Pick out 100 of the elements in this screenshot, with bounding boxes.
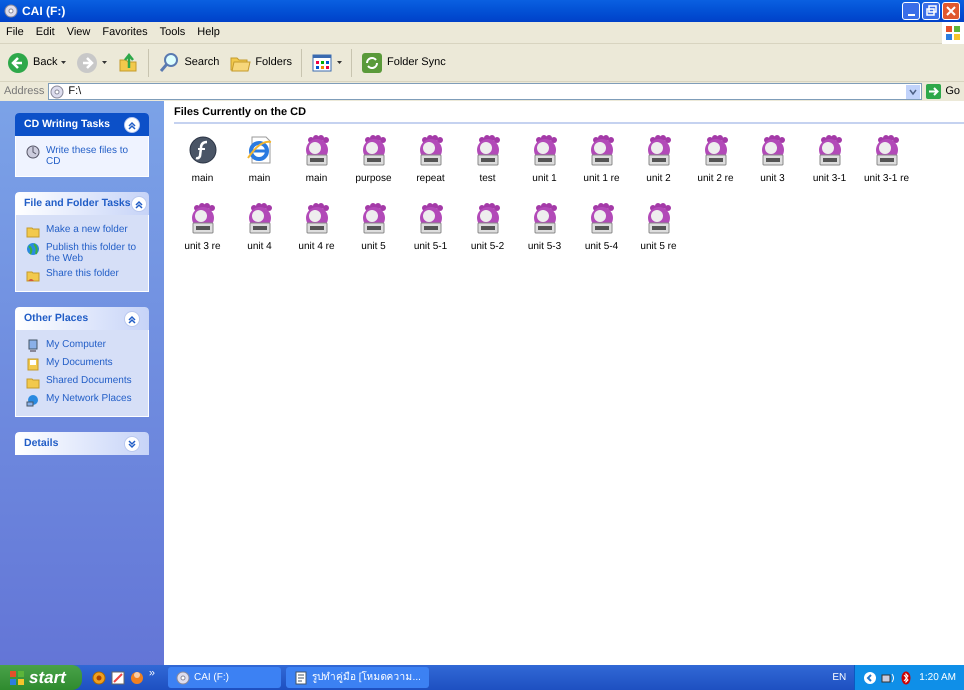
explorer-item[interactable]: unit 5-2: [459, 202, 516, 254]
explorer-item[interactable]: unit 5-3: [516, 202, 573, 254]
file-name: unit 3 re: [184, 240, 221, 254]
quick-launch-button[interactable]: [110, 670, 125, 684]
computer-icon: [26, 339, 40, 353]
dropdown-arrow-icon: [61, 61, 66, 64]
explorer-item[interactable]: unit 1 re: [573, 134, 630, 186]
menu-item[interactable]: File: [0, 24, 30, 41]
file-name: unit 4 re: [298, 240, 335, 254]
collapse-chevron-icon: [130, 196, 147, 212]
restore-button[interactable]: [922, 2, 940, 20]
documents-icon: [26, 357, 40, 371]
taskbar-button[interactable]: รูปทำคู่มือ [โหมดความ...: [286, 667, 429, 688]
folders-button[interactable]: Folders: [226, 48, 296, 78]
clock: 1:20 AM: [919, 671, 956, 685]
back-button[interactable]: Back: [4, 48, 70, 78]
more-chevron[interactable]: »: [148, 665, 155, 682]
menu-item[interactable]: Help: [191, 24, 226, 41]
explorer-item[interactable]: unit 5: [345, 202, 402, 254]
flash-player-icon: [186, 134, 218, 166]
file-name: unit 5-1: [414, 240, 448, 254]
explorer-item[interactable]: purpose: [345, 134, 402, 186]
sync-button[interactable]: Folder Sync: [358, 48, 449, 78]
file-name: unit 5-4: [584, 240, 618, 254]
ball-icon: [130, 670, 144, 684]
panel-header[interactable]: Other Places: [15, 307, 149, 330]
dropdown-arrow-icon: [102, 61, 108, 64]
file-name: main: [306, 172, 328, 186]
task-link[interactable]: My Network Places: [46, 393, 132, 404]
explorer-item[interactable]: main: [288, 134, 345, 186]
menu-item[interactable]: Favorites: [96, 24, 154, 41]
window-title: CAI (F:): [22, 3, 66, 20]
file-name: unit 3-1 re: [864, 172, 910, 186]
language-indicator[interactable]: EN: [832, 670, 846, 685]
quick-launch-button[interactable]: [130, 670, 144, 684]
file-name: unit 5-3: [528, 240, 562, 254]
menu-item[interactable]: Edit: [30, 24, 61, 41]
minimize-icon: [908, 14, 914, 16]
panel-title: CD Writing Tasks: [24, 116, 110, 132]
file-name: unit 3-1: [812, 172, 846, 186]
explorer-item[interactable]: unit 2 re: [687, 134, 744, 186]
panel-title: Details: [24, 436, 58, 451]
explorer-item[interactable]: unit 3: [744, 134, 801, 186]
search-icon: [158, 52, 180, 74]
explorer-item[interactable]: unit 5 re: [630, 202, 687, 254]
expand-chevron-icon: [124, 436, 140, 452]
explorer-item[interactable]: unit 3 re: [174, 202, 231, 254]
explorer-item[interactable]: unit 3-1 re: [858, 134, 915, 186]
explorer-item[interactable]: unit 5-1: [402, 202, 459, 254]
explorer-item[interactable]: unit 4 re: [288, 202, 345, 254]
task-link[interactable]: Shared Documents: [46, 375, 132, 386]
go-button[interactable]: Go: [926, 83, 960, 100]
group-heading: Files Currently on the CD: [174, 106, 306, 118]
explorer-item[interactable]: unit 1: [516, 134, 573, 186]
explorer-item[interactable]: repeat: [402, 134, 459, 186]
notepad-icon: [110, 670, 125, 684]
address-field[interactable]: F:\: [48, 83, 922, 100]
collapse-chevron-icon: [124, 310, 140, 326]
close-button[interactable]: [942, 2, 960, 20]
file-name: unit 2 re: [697, 172, 734, 186]
search-button[interactable]: Search: [155, 48, 222, 78]
explorer-item[interactable]: test: [459, 134, 516, 186]
panel-header[interactable]: Details: [15, 432, 149, 455]
network-icon: [26, 393, 40, 407]
panel-header[interactable]: CD Writing Tasks: [15, 113, 149, 136]
minimize-button[interactable]: [902, 2, 920, 20]
explorer-item[interactable]: unit 3-1: [801, 134, 858, 186]
explorer-item[interactable]: unit 5-4: [573, 202, 630, 254]
explorer-item[interactable]: main: [231, 134, 288, 186]
task-link[interactable]: Share this folder: [46, 268, 119, 279]
task-link[interactable]: My Computer: [46, 339, 106, 350]
windows-logo-icon: [9, 670, 25, 686]
sync-arrows-icon: [361, 52, 384, 74]
address-label: Address: [4, 84, 44, 100]
globe-icon: [26, 242, 40, 256]
file-name: unit 3: [760, 172, 785, 186]
explorer-item[interactable]: unit 4: [231, 202, 288, 254]
taskbar-button[interactable]: CAI (F:): [168, 667, 281, 688]
file-name: unit 5: [361, 240, 386, 254]
file-name: unit 1 re: [583, 172, 620, 186]
explorer-item[interactable]: main: [174, 134, 231, 186]
task-link[interactable]: My Documents: [46, 357, 113, 368]
task-link[interactable]: Make a new folder: [46, 224, 128, 235]
file-name: main: [248, 172, 270, 186]
file-name: unit 1: [532, 172, 557, 186]
views-grid-icon: [311, 52, 334, 74]
explorer-item[interactable]: unit 2: [630, 134, 687, 186]
file-name: main: [192, 172, 214, 186]
file-name: purpose: [355, 172, 392, 186]
menu-item[interactable]: View: [60, 24, 96, 41]
file-name: repeat: [416, 172, 445, 186]
panel-header[interactable]: File and Folder Tasks: [15, 192, 149, 215]
file-name: unit 2: [646, 172, 671, 186]
task-link[interactable]: Publish this folder to the Web: [46, 242, 138, 264]
menu-item[interactable]: Tools: [154, 24, 192, 41]
panel-title: Other Places: [24, 310, 88, 326]
file-name: unit 5-2: [470, 240, 504, 254]
panel-title: File and Folder Tasks: [24, 196, 131, 211]
windows-logo-icon: [945, 24, 961, 40]
start-button[interactable]: start: [0, 665, 82, 690]
